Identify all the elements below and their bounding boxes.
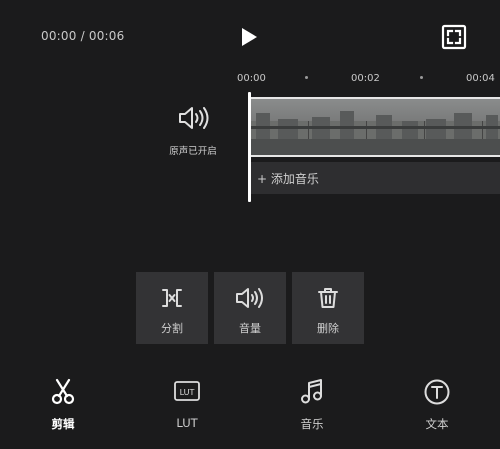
text-icon (424, 379, 450, 405)
original-sound-label: 原声已开启 (169, 146, 217, 157)
nav-edit[interactable]: 剪辑 (33, 378, 93, 432)
nav-music[interactable]: 音乐 (282, 378, 342, 432)
video-track[interactable] (250, 97, 500, 157)
play-button[interactable] (237, 25, 261, 49)
nav-text[interactable]: 文本 (407, 378, 467, 432)
volume-button[interactable]: 音量 (214, 272, 286, 344)
svg-text:LUT: LUT (180, 388, 195, 397)
playhead[interactable] (248, 92, 251, 202)
lut-icon: LUT (174, 381, 200, 401)
nav-lut[interactable]: LUT LUT (157, 378, 217, 430)
nav-edit-label: 剪辑 (51, 417, 75, 431)
ruler-tick-0: 00:00 (237, 73, 266, 84)
delete-button[interactable]: 删除 (292, 272, 364, 344)
add-music-label: + 添加音乐 (257, 172, 319, 186)
music-note-icon (301, 379, 322, 404)
nav-music-label: 音乐 (300, 417, 324, 431)
volume-icon (179, 107, 209, 129)
timecode: 00:00 / 00:06 (41, 29, 125, 43)
trash-icon (318, 288, 338, 308)
add-music-track[interactable]: + 添加音乐 (250, 162, 500, 194)
nav-lut-label: LUT (176, 416, 198, 430)
original-sound-toggle[interactable]: 原声已开启 (162, 105, 224, 157)
ruler-dot (420, 76, 423, 79)
split-button[interactable]: 分割 (136, 272, 208, 344)
fullscreen-button[interactable] (441, 24, 467, 50)
scissors-icon (51, 378, 75, 405)
ruler-dot (305, 76, 308, 79)
ruler-tick-2: 00:04 (466, 73, 495, 84)
volume-icon (236, 288, 263, 308)
fullscreen-icon (441, 24, 467, 50)
volume-label: 音量 (239, 322, 261, 335)
play-icon (242, 28, 257, 46)
nav-text-label: 文本 (425, 417, 449, 431)
ruler-tick-1: 00:02 (351, 73, 380, 84)
split-icon (162, 289, 182, 307)
delete-label: 删除 (317, 322, 339, 335)
split-label: 分割 (161, 322, 183, 335)
